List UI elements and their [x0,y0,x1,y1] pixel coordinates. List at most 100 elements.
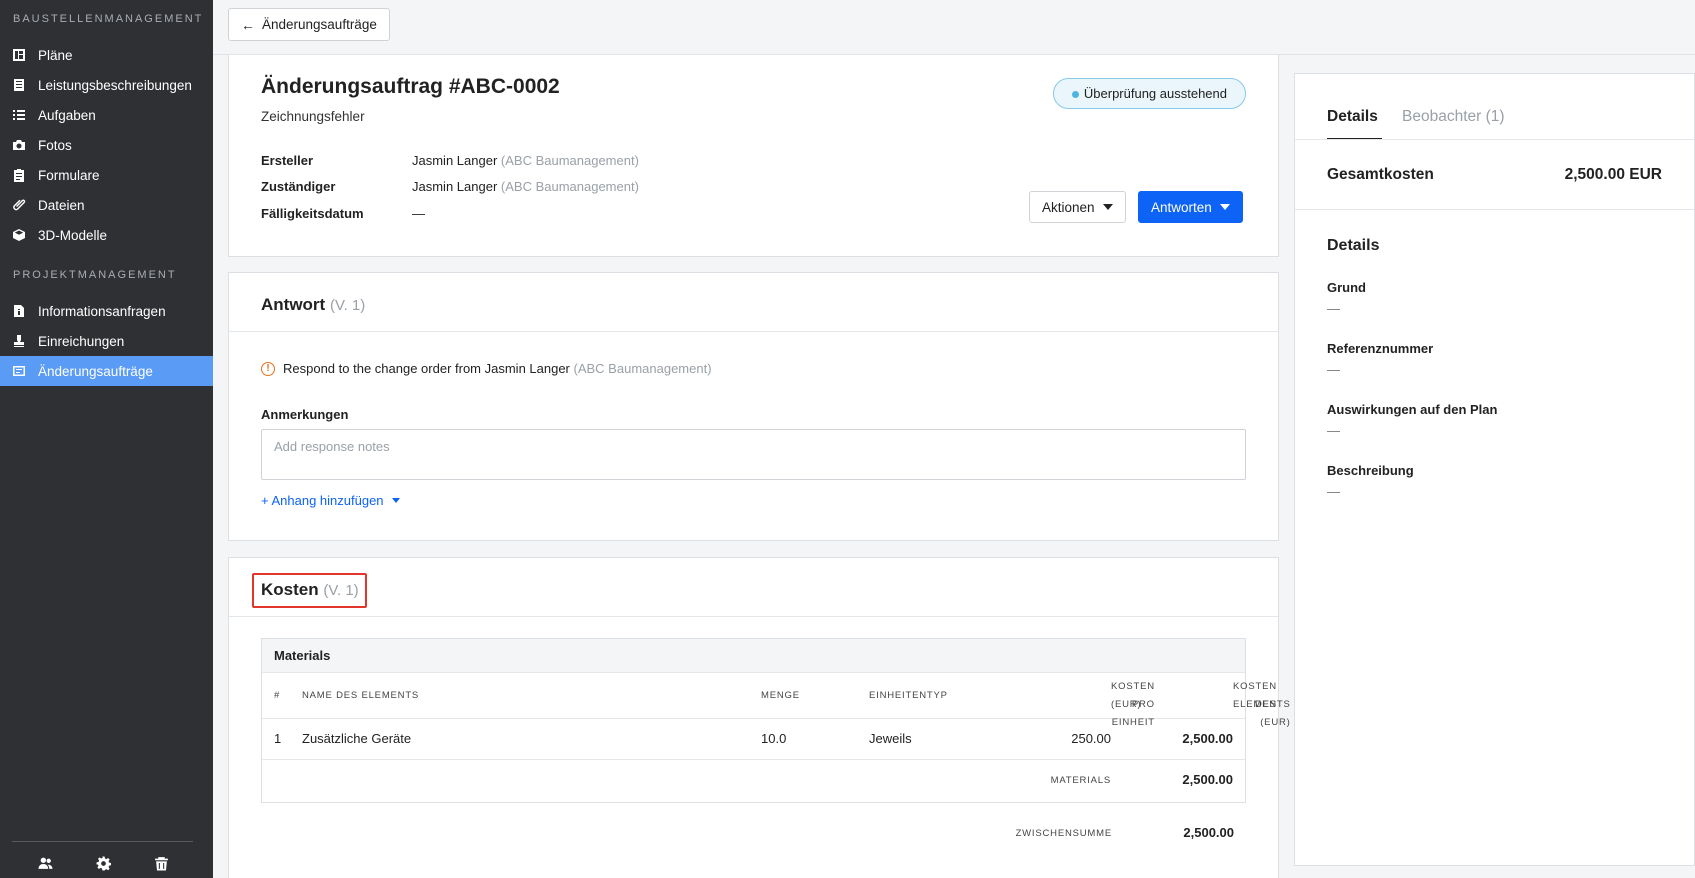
back-button[interactable]: ← Änderungsaufträge [228,8,390,41]
costs-heading: Kosten (V. 1) [261,580,359,600]
status-badge-label: Überprüfung ausstehend [1083,86,1227,101]
users-icon[interactable] [36,854,54,872]
sidebar-item-rfis[interactable]: Informationsanfragen [0,296,213,326]
status-badge: Überprüfung ausstehend [1052,78,1246,109]
assignee-org: (ABC Baumanagement) [500,179,639,194]
materials-table-title: Materials [262,639,1245,673]
sidebar-item-plans[interactable]: Pläne [0,40,213,70]
notice-org: (ABC Baumanagement) [573,361,712,376]
meta-value: Jasmin Langer (ABC Baumanagement) [412,179,639,194]
col-qty: MENGE [761,690,800,701]
field-label-description: Beschreibung [1327,463,1414,478]
total-cost-value: 2,500.00 EUR [1564,166,1662,183]
meta-label: Ersteller [261,153,314,168]
change-order-header-card: Änderungsauftrag #ABC-0002 Zeichnungsfeh… [228,55,1279,257]
gear-icon[interactable] [94,854,112,872]
col-unit-cost-line2: (EUR) [1111,699,1142,710]
meta-row-creator: Ersteller Jasmin Langer (ABC Baumanageme… [261,153,639,168]
notice-text: Respond to the change order from Jasmin … [283,361,570,376]
actions-button[interactable]: Aktionen [1029,191,1126,223]
field-value-schedule-impact: — [1327,423,1340,438]
stamp-icon [12,334,26,348]
cell-qty: 10.0 [761,731,787,746]
subtotal-value: 2,500.00 [1183,825,1234,840]
section-divider [229,616,1278,617]
sidebar-item-photos[interactable]: Fotos [0,130,213,160]
cell-unit-cost: 250.00 [1071,731,1111,746]
creator-name: Jasmin Langer [412,153,498,168]
status-dot-icon [1071,91,1079,98]
clipboard-icon [12,168,26,182]
sidebar-item-label: Dateien [38,197,85,213]
meta-value: — [412,206,425,221]
sidebar-section-project: PROJEKTMANAGEMENT [13,269,177,281]
sidebar-item-label: Änderungsaufträge [38,363,153,379]
add-attachment-link[interactable]: + Anhang hinzufügen [261,493,400,508]
table-header: # NAME DES ELEMENTS MENGE EINHEITENTYP K… [262,673,1290,728]
costs-title: Kosten [261,580,319,599]
costs-card: Kosten (V. 1) Materials # NAME DES ELEME… [228,557,1290,878]
field-label-reason: Grund [1327,280,1366,295]
col-num: # [274,690,281,701]
reply-button[interactable]: Antworten [1138,191,1243,223]
cell-name: Zusätzliche Geräte [302,731,412,746]
costs-version: (V. 1) [323,582,359,599]
trash-icon[interactable] [152,854,170,872]
sidebar-item-label: Informationsanfragen [38,303,166,319]
plans-icon [12,48,26,62]
sidebar-item-forms[interactable]: Formulare [0,160,213,190]
sidebar-item-label: Fotos [38,137,72,153]
details-heading: Details [1327,237,1380,254]
field-label-reference: Referenznummer [1327,341,1434,356]
sidebar-item-submittals[interactable]: Einreichungen [0,326,213,356]
field-value-reference: — [1327,362,1340,377]
response-title: Antwort [261,295,326,314]
assignee-name: Jasmin Langer [412,179,498,194]
caret-down-icon [391,498,400,503]
sidebar-item-change-orders[interactable]: Änderungsaufträge [0,356,213,386]
list-icon [12,108,26,122]
sidebar-item-3d-models[interactable]: 3D-Modelle [0,220,213,250]
page-subtitle: Zeichnungsfehler [261,109,365,124]
sidebar-item-label: Pläne [38,47,73,63]
col-unit: EINHEITENTYP [869,690,948,701]
top-bar: ← Änderungsaufträge [213,0,1695,55]
cube-icon [12,228,26,242]
field-value-description: — [1327,484,1340,499]
response-heading: Antwort (V. 1) [261,295,365,315]
sidebar-item-tasks[interactable]: Aufgaben [0,100,213,130]
add-attachment-label: + Anhang hinzufügen [261,493,384,508]
meta-row-due-date: Fälligkeitsdatum — [261,206,425,221]
tab-watchers-label: Beobachter [1402,108,1482,125]
tab-watchers[interactable]: Beobachter (1) [1402,108,1505,126]
back-button-label: Änderungsaufträge [262,17,377,32]
sidebar-item-label: Aufgaben [38,107,96,123]
response-notes-input[interactable] [261,429,1246,480]
spec-book-icon [12,78,26,92]
section-divider [1295,209,1694,210]
materials-total-label: MATERIALS [1050,775,1111,786]
col-name: NAME DES ELEMENTS [302,690,420,701]
sidebar-footer-divider [12,841,193,842]
cell-num: 1 [274,731,282,746]
caret-down-icon [1102,204,1113,210]
subtotal-label: ZWISCHENSUMME [1015,828,1112,839]
materials-total-value: 2,500.00 [1182,772,1233,787]
tab-details[interactable]: Details [1327,108,1378,126]
details-panel: Details Beobachter (1) Gesamtkosten 2,50… [1294,73,1695,866]
response-card: Antwort (V. 1) ! Respond to the change o… [228,272,1279,541]
camera-icon [12,138,26,152]
sidebar-item-files[interactable]: Dateien [0,190,213,220]
sidebar-item-label: 3D-Modelle [38,227,108,243]
table-row: 1 Zusätzliche Geräte 10.0 Jeweils 250.00… [262,719,1245,760]
sidebar-item-specs[interactable]: Leistungsbeschreibungen [0,70,213,100]
materials-total-row: MATERIALS 2,500.00 [262,760,1245,802]
sidebar-item-label: Formulare [38,167,100,183]
creator-org: (ABC Baumanagement) [500,153,639,168]
change-order-icon [12,364,26,378]
sidebar-item-label: Einreichungen [38,333,125,349]
sidebar-item-label: Leistungsbeschreibungen [38,77,192,93]
meta-label: Fälligkeitsdatum [261,206,364,221]
caret-down-icon [1219,204,1230,210]
response-version: (V. 1) [329,297,366,314]
